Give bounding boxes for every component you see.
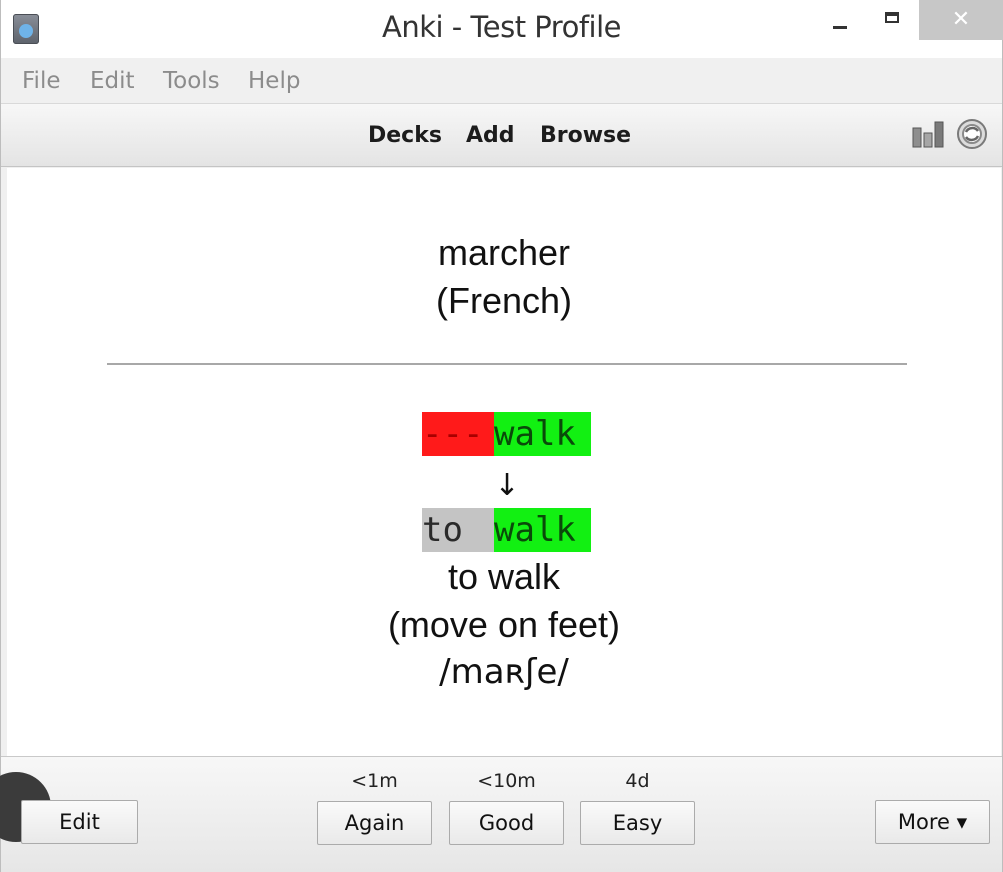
answer-divider	[107, 363, 907, 365]
again-interval: <1m	[351, 770, 398, 792]
menu-file[interactable]: File	[22, 68, 61, 94]
more-button[interactable]: More ▾	[875, 800, 990, 844]
menu-tools[interactable]: Tools	[163, 68, 220, 94]
easy-interval: 4d	[625, 770, 650, 792]
close-icon[interactable]: ✕	[919, 0, 1003, 40]
maximize-icon[interactable]	[871, 0, 917, 40]
stats-icon[interactable]	[912, 120, 946, 148]
decks-link[interactable]: Decks	[368, 123, 442, 148]
sync-icon[interactable]	[956, 118, 988, 150]
arrow-down-icon: ↓	[494, 468, 520, 503]
again-button[interactable]: Again	[317, 801, 432, 845]
card-view: marcher (French) --- walk ↓ to walk to wa…	[7, 168, 1001, 756]
answer-meaning: to walk	[447, 556, 561, 597]
correct-match-segment: walk	[494, 508, 591, 552]
answer-meaning-note: (move on feet)	[387, 604, 621, 645]
front-language: (French)	[435, 280, 573, 321]
good-button[interactable]: Good	[449, 801, 564, 845]
typed-answer-comparison: --- walk	[422, 412, 591, 456]
menu-bar: File Edit Tools Help	[1, 58, 1002, 104]
minimize-icon[interactable]	[819, 0, 865, 40]
typed-missing-segment: ---	[422, 412, 494, 456]
add-link[interactable]: Add	[466, 123, 515, 148]
menu-help[interactable]: Help	[248, 68, 300, 94]
anki-window: Anki - Test Profile ✕ File Edit Tools He…	[0, 0, 1003, 872]
browse-link[interactable]: Browse	[540, 123, 631, 148]
correct-answer-comparison: to walk	[422, 508, 591, 552]
correct-missing-segment: to	[422, 508, 494, 552]
title-bar: Anki - Test Profile ✕	[1, 0, 1003, 58]
good-interval: <10m	[477, 770, 536, 792]
easy-button[interactable]: Easy	[580, 801, 695, 845]
main-toolbar: Decks Add Browse	[1, 104, 1002, 167]
menu-edit[interactable]: Edit	[90, 68, 135, 94]
front-word: marcher	[437, 232, 571, 273]
edit-button[interactable]: Edit	[21, 800, 138, 844]
pronunciation-ipa: /maʀʃe/	[439, 652, 569, 692]
typed-match-segment: walk	[494, 412, 591, 456]
